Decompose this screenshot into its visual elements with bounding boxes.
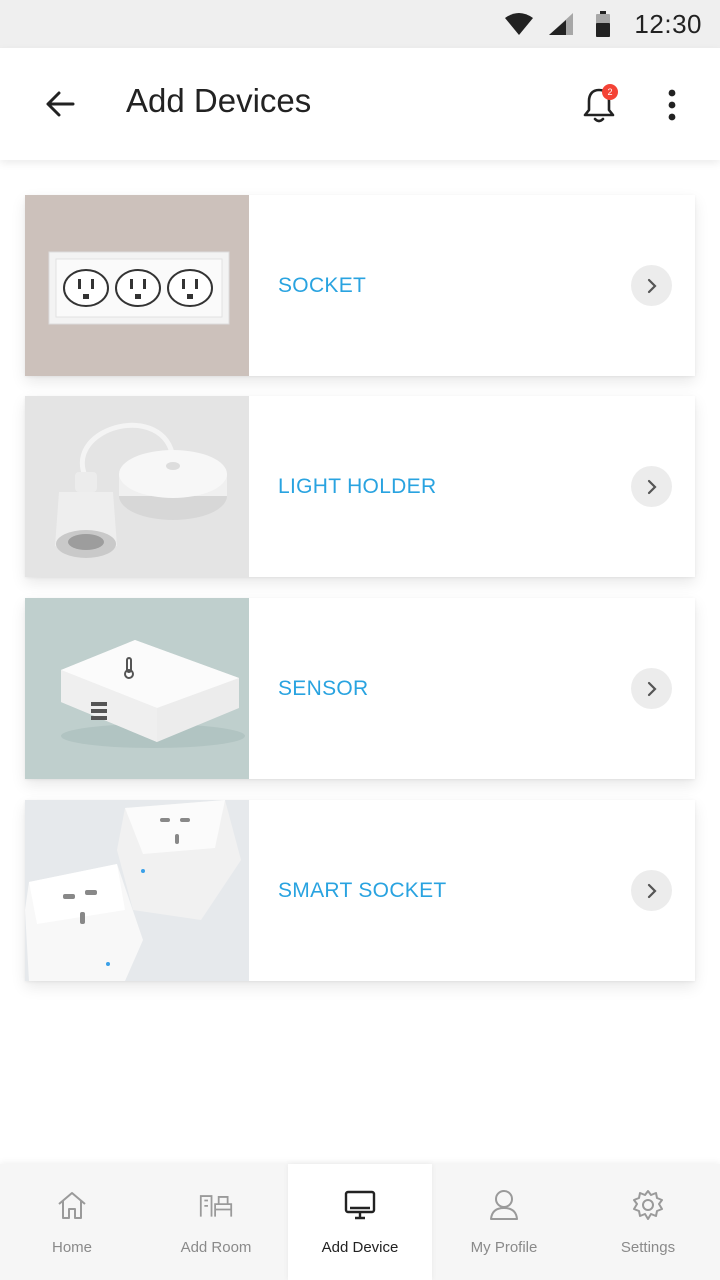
chevron-right-icon (647, 883, 657, 898)
app-bar: Add Devices 2 (0, 48, 720, 160)
arrow-left-icon (46, 91, 75, 117)
device-list: SOCKET LIGHT HOLDER SENSOR SMART SOCKET (0, 160, 720, 1164)
device-card-light-holder[interactable]: LIGHT HOLDER (25, 396, 695, 577)
device-card-smart-socket[interactable]: SMART SOCKET (25, 800, 695, 981)
notifications-button[interactable]: 2 (574, 80, 624, 130)
gear-icon (631, 1188, 665, 1222)
device-label: LIGHT HOLDER (278, 474, 437, 498)
device-label: SENSOR (278, 676, 369, 700)
open-device-button[interactable] (631, 870, 672, 911)
status-bar: 12:30 (0, 0, 720, 48)
nav-label: Settings (620, 1239, 676, 1256)
nav-label: Add Device (321, 1239, 399, 1256)
device-label: SMART SOCKET (278, 878, 447, 902)
device-icon (343, 1188, 377, 1222)
open-device-button[interactable] (631, 668, 672, 709)
light-holder-image (25, 396, 249, 577)
back-button[interactable] (36, 80, 84, 128)
nav-label: Home (51, 1239, 92, 1256)
open-device-button[interactable] (631, 466, 672, 507)
socket-image (25, 195, 249, 376)
nav-label: My Profile (470, 1239, 538, 1256)
wifi-icon (502, 9, 536, 39)
nav-add-room[interactable]: Add Room (144, 1164, 288, 1280)
nav-label: Add Room (180, 1239, 252, 1256)
open-device-button[interactable] (631, 265, 672, 306)
more-vertical-icon (668, 89, 676, 121)
nav-settings[interactable]: Settings (576, 1164, 720, 1280)
chevron-right-icon (647, 278, 657, 293)
nav-home[interactable]: Home (0, 1164, 144, 1280)
device-label: SOCKET (278, 273, 367, 297)
nav-my-profile[interactable]: My Profile (432, 1164, 576, 1280)
sensor-image (25, 598, 249, 779)
room-icon (199, 1188, 233, 1222)
device-card-socket[interactable]: SOCKET (25, 195, 695, 376)
more-options-button[interactable] (652, 80, 692, 130)
bottom-nav: Home Add Room Add Device My Profile Sett… (0, 1164, 720, 1280)
clock: 12:30 (634, 8, 702, 39)
profile-icon (487, 1188, 521, 1222)
nav-add-device[interactable]: Add Device (288, 1164, 432, 1280)
signal-icon (544, 9, 578, 39)
notification-badge: 2 (602, 84, 618, 100)
page-title: Add Devices (126, 82, 312, 119)
chevron-right-icon (647, 681, 657, 696)
chevron-right-icon (647, 479, 657, 494)
home-icon (55, 1188, 89, 1222)
smart-socket-image (25, 800, 249, 981)
device-card-sensor[interactable]: SENSOR (25, 598, 695, 779)
battery-icon (586, 9, 620, 39)
